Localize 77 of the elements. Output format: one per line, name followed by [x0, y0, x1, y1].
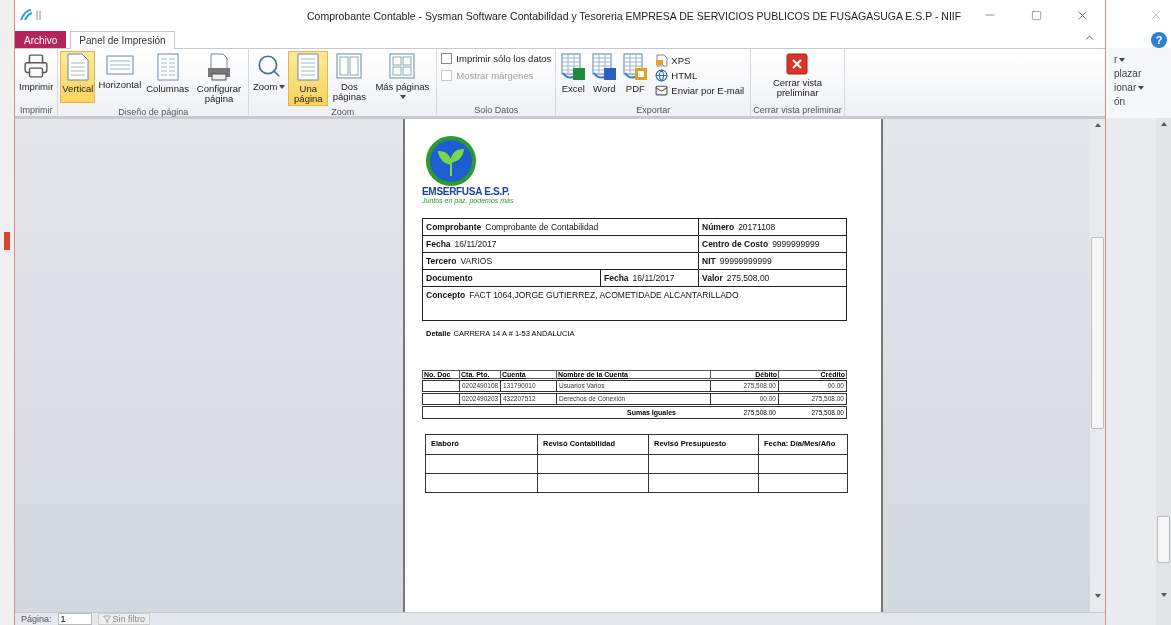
multiple-pages-icon: [389, 53, 416, 79]
ribbon-button[interactable]: Vertical: [60, 51, 96, 103]
field-label: Fecha: [604, 273, 629, 283]
caret-icon: [1119, 58, 1126, 63]
ribbon-tab[interactable]: Panel de Impresión: [70, 31, 175, 49]
zoom-icon: [256, 53, 283, 79]
menu-text: r: [1114, 54, 1171, 65]
field-label: Concepto: [426, 290, 466, 300]
table-cell: [422, 380, 460, 392]
menu-text: plazar: [1114, 68, 1143, 79]
export-button[interactable]: Enviar por E-mail: [653, 83, 747, 98]
field-value: VARIOS: [460, 256, 493, 266]
maximize-icon[interactable]: [1030, 9, 1042, 21]
mail-icon: [655, 84, 669, 97]
window-title: Comprobante Contable - Sysman Software Contabilidad y Tesoreria EMPRESA DE SERVICIOS PUBLICOS DE FUSAGASUGA E.S.P - NIIF: [307, 10, 962, 22]
excel-export-icon: [560, 53, 587, 81]
menu-text: ón: [1114, 96, 1127, 107]
field-value: FACT 1064,JORGE GUTIERREZ, ACOMETIDADE ALCANTARILLADO: [469, 290, 739, 300]
page-label: Página:: [21, 614, 52, 624]
globe-icon: [655, 69, 669, 82]
field-label: Fecha: [426, 239, 451, 249]
ribbon-button[interactable]: PDF: [620, 51, 651, 103]
ribbon-button[interactable]: Horizontal: [96, 51, 144, 103]
document-icon: [655, 54, 669, 67]
field-value: 99999999999: [719, 256, 772, 266]
field-value: 20171108: [738, 222, 776, 232]
field-value: Comprobante de Contabilidad: [485, 222, 599, 232]
page-number-field[interactable]: 1: [57, 613, 92, 625]
two-pages-icon: [336, 53, 363, 79]
word-export-icon: [591, 53, 618, 81]
filter-icon: [102, 615, 111, 623]
menu-text: ionar: [1114, 82, 1171, 93]
close-icon: [786, 53, 809, 75]
field-value: 16/11/2017: [632, 273, 675, 283]
logo-text: EMSERFUSA E.S.P.: [422, 186, 510, 197]
close-icon: [1149, 8, 1163, 22]
landscape-page-icon: [105, 53, 134, 77]
checkbox[interactable]: Imprimir sólo los datos: [441, 53, 552, 64]
page-setup-icon: [206, 53, 233, 81]
group-label: Exportar: [635, 104, 672, 116]
one-page-icon: [297, 53, 320, 81]
printer-icon: [23, 53, 50, 79]
export-button[interactable]: XPS: [653, 53, 747, 68]
group-label: Imprimir: [18, 104, 54, 116]
vertical-scrollbar[interactable]: [1156, 118, 1171, 625]
field-label: Comprobante: [426, 222, 482, 232]
export-button[interactable]: HTML: [653, 68, 747, 83]
ribbon-button[interactable]: Imprimir: [17, 51, 56, 103]
columns-page-icon: [156, 53, 179, 81]
ribbon-button[interactable]: Configurar página: [192, 51, 247, 106]
ribbon-tab[interactable]: Archivo: [15, 31, 67, 48]
portrait-page-icon: [66, 53, 89, 81]
group-label: Diseño de página: [117, 106, 190, 118]
ribbon-button[interactable]: Word: [589, 51, 620, 103]
field-label: Número: [702, 222, 735, 232]
field-value: 16/11/2017: [454, 239, 497, 249]
vertical-scrollbar[interactable]: [1090, 119, 1105, 612]
ribbon-button[interactable]: Columnas: [144, 51, 192, 103]
field-label: Documento: [426, 273, 473, 283]
ribbon-button[interactable]: Excel: [558, 51, 589, 103]
field-value: 275,508.00: [726, 273, 770, 283]
field-label: Tercero: [426, 256, 457, 266]
ribbon-button[interactable]: Cerrar vista preliminar: [760, 51, 835, 103]
group-label: Zoom: [330, 106, 356, 118]
marker: [4, 232, 10, 250]
ribbon-button[interactable]: Una página: [288, 51, 329, 106]
ribbon-button[interactable]: Dos páginas: [329, 51, 370, 104]
field-label: NIT: [702, 256, 716, 266]
field-value: 9999999999: [772, 239, 820, 249]
ribbon-button[interactable]: Más páginas: [370, 51, 435, 104]
pdf-export-icon: [622, 53, 649, 81]
field-label: Valor: [702, 273, 723, 283]
ribbon-button[interactable]: Zoom: [251, 51, 288, 103]
group-label: Solo Datos: [473, 104, 520, 116]
caret-icon: [1138, 86, 1145, 91]
field-label: Centro de Costo: [702, 239, 769, 249]
group-label: Cerrar vista preliminar: [753, 104, 842, 116]
